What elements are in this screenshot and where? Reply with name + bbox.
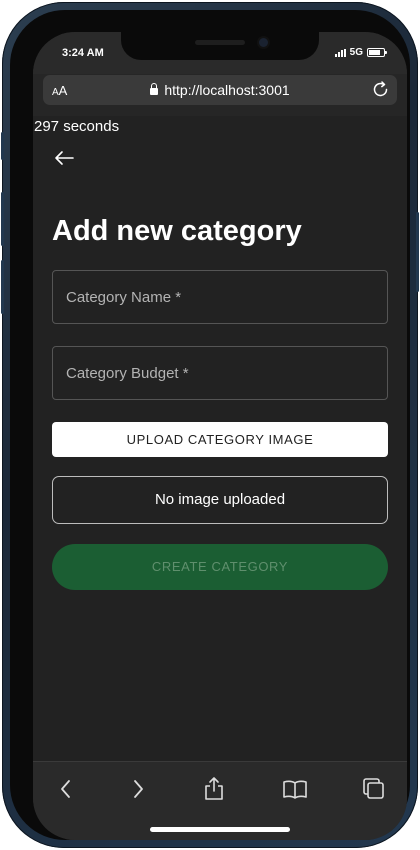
signal-bars-icon (334, 48, 346, 57)
image-status-box: No image uploaded (52, 476, 388, 524)
phone-screen: 3:24 AM 5G AA http://localhost:3001 297 … (33, 32, 407, 840)
network-type: 5G (349, 47, 363, 58)
home-indicator[interactable] (150, 827, 290, 832)
power-button (416, 212, 419, 292)
category-name-label: Category Name * (66, 289, 182, 306)
share-icon[interactable] (201, 776, 227, 802)
lock-icon (150, 83, 159, 95)
back-icon[interactable] (53, 776, 79, 802)
browser-toolbar (33, 761, 407, 840)
phone-frame: 3:24 AM 5G AA http://localhost:3001 297 … (1, 2, 419, 848)
tabs-icon[interactable] (361, 776, 387, 802)
status-time: 3:24 AM (62, 47, 104, 59)
url-text: http://localhost:3001 (164, 82, 290, 98)
volume-up-button (1, 192, 4, 246)
create-category-button[interactable]: CREATE CATEGORY (52, 544, 388, 590)
status-bar: 3:24 AM 5G (33, 32, 407, 74)
address-bar[interactable]: AA http://localhost:3001 (43, 75, 397, 105)
category-name-field[interactable]: Category Name * (52, 270, 388, 324)
battery-icon (367, 48, 387, 57)
speaker-grille (195, 40, 245, 45)
status-indicators: 5G (334, 47, 387, 58)
mute-switch (1, 132, 4, 160)
bookmarks-icon[interactable] (282, 776, 308, 802)
page-content: 297 seconds Add new category Category Na… (33, 116, 407, 761)
front-camera (259, 38, 268, 47)
forward-icon[interactable] (125, 776, 151, 802)
category-budget-label: Category Budget * (66, 365, 189, 382)
volume-down-button (1, 260, 4, 314)
page-title: Add new category (52, 215, 302, 247)
category-budget-field[interactable]: Category Budget * (52, 346, 388, 400)
url-display[interactable]: http://localhost:3001 (43, 82, 397, 98)
upload-image-button[interactable]: UPLOAD CATEGORY IMAGE (52, 422, 388, 457)
reload-icon[interactable] (371, 80, 391, 100)
countdown-timer: 297 seconds (34, 118, 120, 135)
phone-bezel: 3:24 AM 5G AA http://localhost:3001 297 … (10, 10, 410, 840)
notch (121, 32, 319, 60)
arrow-left-icon[interactable] (52, 148, 76, 168)
